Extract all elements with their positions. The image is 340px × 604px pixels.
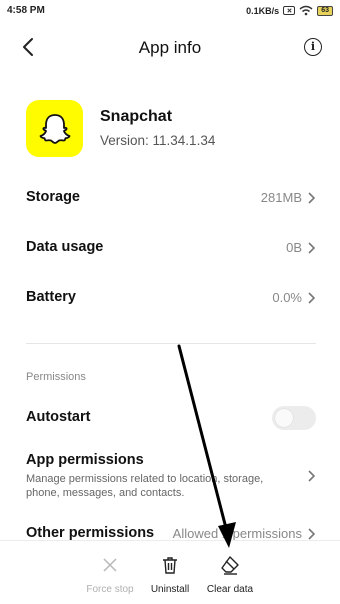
clear-data-button[interactable]: Clear data: [190, 541, 270, 604]
storage-label: Storage: [26, 189, 80, 205]
autostart-toggle[interactable]: [272, 406, 316, 430]
trash-icon: [163, 557, 177, 574]
uninstall-label: Uninstall: [150, 584, 190, 595]
data-usage-row[interactable]: Data usage 0B: [0, 224, 340, 272]
eraser-icon: [221, 556, 239, 575]
no-sim-icon: [283, 6, 296, 15]
ghost-icon: [39, 113, 70, 144]
network-speed: 0.1KB/s: [246, 5, 280, 16]
battery-value: 0.0%: [272, 290, 302, 305]
snapchat-app-icon: [26, 100, 83, 157]
battery-label: Battery: [26, 289, 76, 305]
battery-icon: 63: [317, 5, 333, 16]
autostart-label: Autostart: [26, 409, 91, 425]
page-title: App info: [138, 38, 202, 57]
chevron-right-icon: [308, 192, 316, 204]
battery-row[interactable]: Battery 0.0%: [0, 274, 340, 322]
clear-data-label: Clear data: [206, 584, 254, 595]
top-bar: App info i: [0, 30, 340, 66]
storage-value: 281MB: [260, 190, 302, 205]
other-permissions-value: Allowed 1 permissions: [172, 526, 302, 541]
app-permissions-label: App permissions: [26, 452, 144, 468]
toggle-knob: [275, 409, 293, 427]
app-name: Snapchat: [100, 108, 173, 125]
bottom-action-bar: Force stop Uninstall Clear data: [0, 540, 340, 604]
close-icon: [103, 558, 117, 572]
permissions-section-label: Permissions: [26, 371, 86, 383]
app-header: Snapchat Version: 11.34.1.34: [26, 100, 326, 157]
info-icon[interactable]: i: [304, 38, 322, 56]
section-divider: [26, 343, 316, 344]
app-version: Version: 11.34.1.34: [100, 133, 216, 148]
storage-row[interactable]: Storage 281MB: [0, 174, 340, 222]
other-permissions-label: Other permissions: [26, 525, 155, 541]
data-usage-label: Data usage: [26, 239, 104, 255]
chevron-right-icon: [308, 528, 316, 540]
wifi-icon: [299, 5, 313, 16]
chevron-right-icon: [308, 292, 316, 304]
chevron-right-icon: [308, 470, 316, 482]
app-permissions-description: Manage permissions related to location, …: [26, 473, 264, 499]
status-time: 4:58 PM: [7, 5, 45, 16]
data-usage-value: 0B: [286, 240, 302, 255]
status-icons: 0.1KB/s 63: [246, 5, 333, 16]
status-bar: 4:58 PM 0.1KB/s 63: [0, 0, 340, 24]
chevron-right-icon: [308, 242, 316, 254]
force-stop-label: Force stop: [86, 584, 134, 595]
